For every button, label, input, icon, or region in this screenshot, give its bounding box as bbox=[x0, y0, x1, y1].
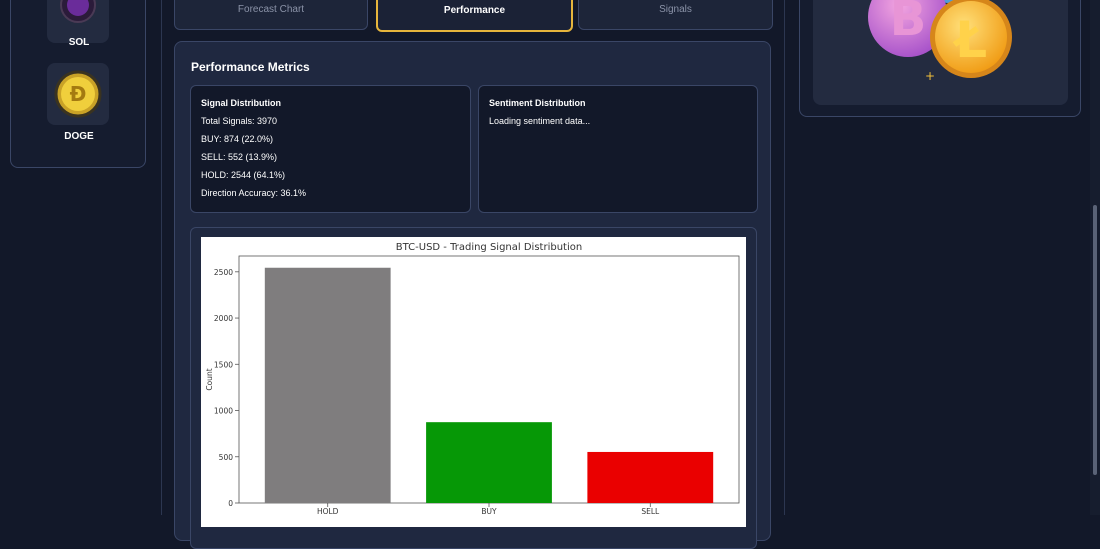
sell-count-text: SELL: 552 (13.9%) bbox=[201, 152, 278, 162]
scrollbar-thumb[interactable] bbox=[1093, 205, 1097, 475]
direction-accuracy-text: Direction Accuracy: 36.1% bbox=[201, 188, 307, 198]
coin-sidebar: SOL Ð DOGE bbox=[10, 0, 146, 168]
tab-performance[interactable]: Performance bbox=[376, 0, 573, 32]
bar-buy bbox=[426, 422, 552, 503]
page-scrollbar[interactable] bbox=[1090, 0, 1100, 515]
doge-coin-tile[interactable]: Ð bbox=[47, 63, 109, 125]
tab-forecast-chart[interactable]: Forecast Chart bbox=[174, 0, 368, 30]
y-tick-label: 1000 bbox=[214, 407, 233, 416]
svg-text:+: + bbox=[925, 69, 935, 83]
svg-text:Ł: Ł bbox=[952, 11, 987, 69]
page-title: Performance Metrics bbox=[191, 60, 310, 74]
chart-title: BTC-USD - Trading Signal Distribution bbox=[396, 242, 582, 253]
chart-container: BTC-USD - Trading Signal Distribution 0 50… bbox=[190, 227, 757, 549]
bar-hold bbox=[264, 267, 391, 503]
sentiment-loading-text: Loading sentiment data... bbox=[489, 116, 591, 126]
bar-sell bbox=[587, 451, 714, 503]
coin-label-doge: DOGE bbox=[64, 131, 94, 142]
svg-text:Ð: Ð bbox=[70, 82, 87, 106]
y-tick-label: 2500 bbox=[214, 268, 233, 277]
y-tick-label: 2000 bbox=[214, 314, 233, 323]
crypto-illustration-panel: B Ł + bbox=[799, 0, 1081, 117]
sentiment-distribution-card: Sentiment Distribution Loading sentiment… bbox=[478, 85, 758, 213]
bar-chart: BTC-USD - Trading Signal Distribution 0 50… bbox=[205, 242, 740, 516]
y-tick-label: 500 bbox=[219, 453, 234, 462]
tab-signals[interactable]: Signals bbox=[578, 0, 773, 30]
y-axis-label: Count bbox=[205, 368, 214, 390]
crypto-coins-illustration: B Ł + bbox=[868, 0, 1012, 83]
svg-text:B: B bbox=[890, 0, 927, 47]
performance-panel: Performance Metrics Signal Distribution … bbox=[174, 41, 771, 549]
signal-distribution-heading: Signal Distribution bbox=[201, 98, 281, 108]
dogecoin-icon: Ð bbox=[54, 70, 102, 118]
hold-count-text: HOLD: 2544 (64.1%) bbox=[201, 170, 286, 180]
coin-label-sol: SOL bbox=[68, 37, 90, 48]
y-tick-label: 1500 bbox=[214, 360, 233, 369]
column-divider bbox=[784, 0, 785, 515]
signal-distribution-card: Signal Distribution Total Signals: 3970 … bbox=[190, 85, 471, 213]
y-tick-label: 0 bbox=[228, 499, 233, 508]
total-signals-text: Total Signals: 3970 bbox=[201, 116, 278, 126]
buy-count-text: BUY: 874 (22.0%) bbox=[201, 134, 274, 144]
signal-distribution-chart: BTC-USD - Trading Signal Distribution 0 50… bbox=[201, 237, 746, 527]
column-divider bbox=[161, 0, 162, 515]
crypto-illustration-card: B Ł + bbox=[813, 0, 1068, 105]
sentiment-distribution-heading: Sentiment Distribution bbox=[489, 98, 586, 108]
